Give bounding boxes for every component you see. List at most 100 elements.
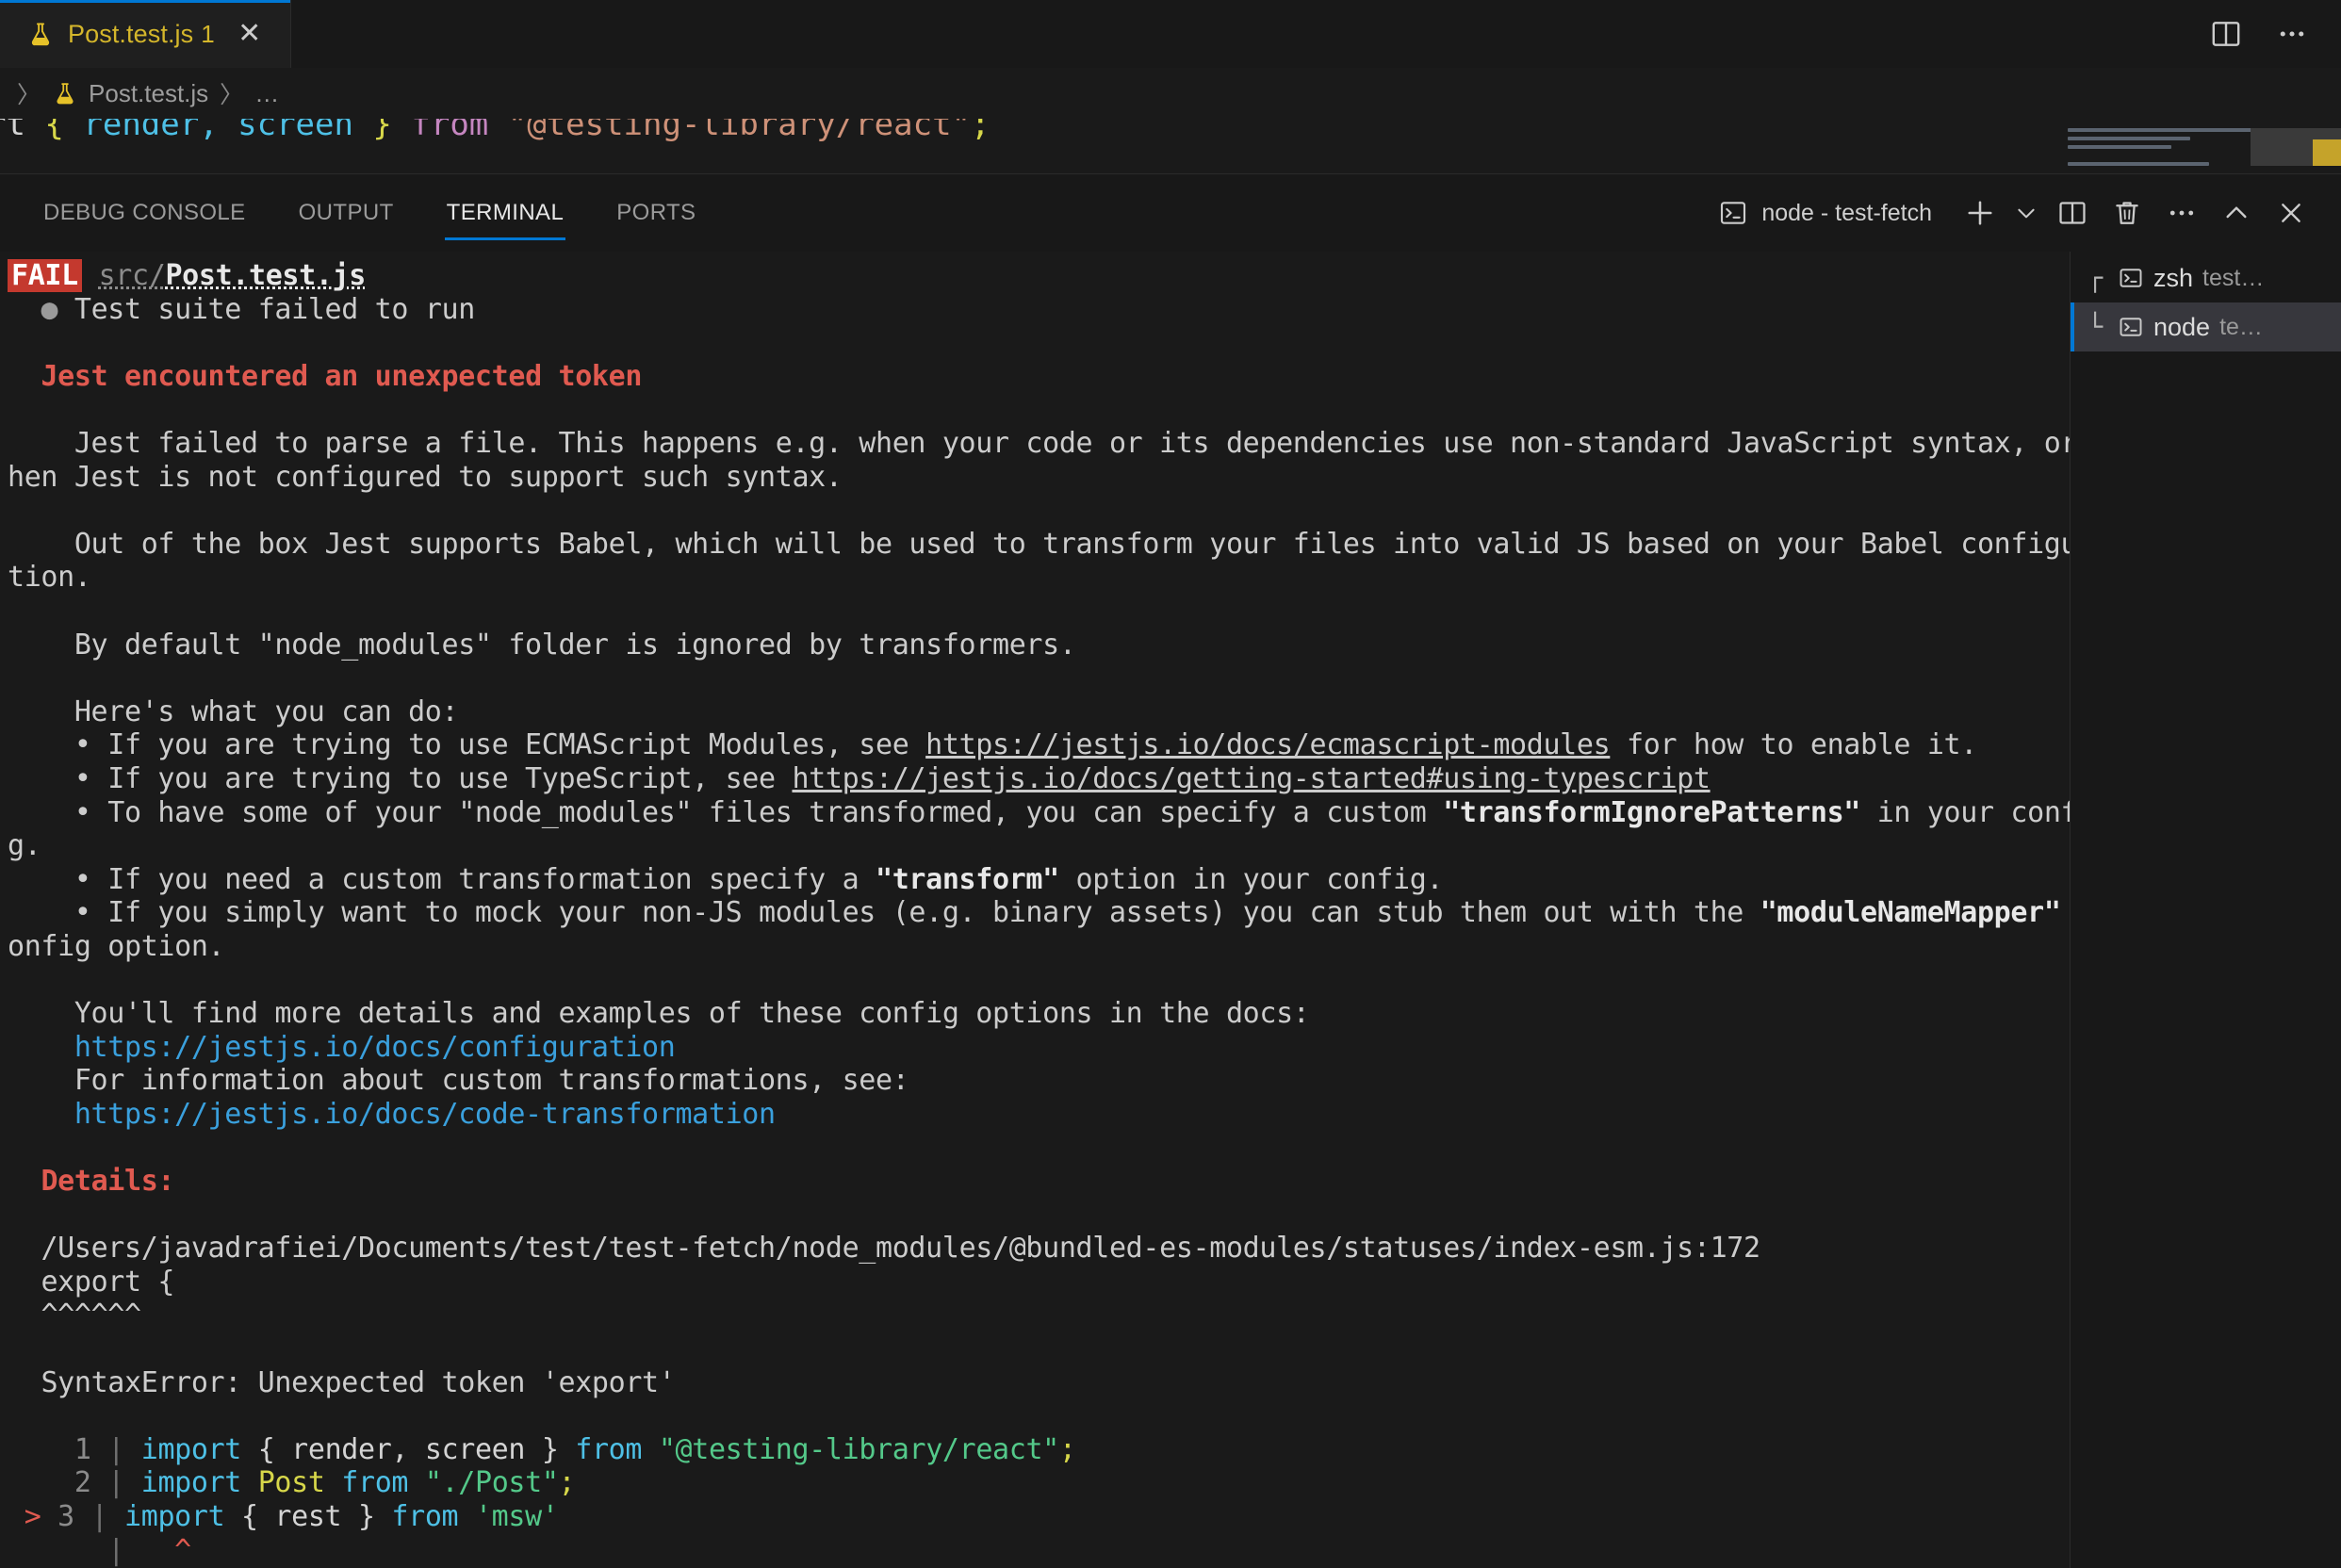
panel-tab-terminal[interactable]: TERMINAL <box>420 174 591 252</box>
breadcrumb-item-file[interactable]: Post.test.js <box>52 79 208 108</box>
editor-tab-badge: 1 <box>201 19 215 48</box>
trash-icon[interactable] <box>2100 186 2154 240</box>
error-title: Jest encountered an unexpected token <box>41 359 643 393</box>
breadcrumb-separator-2: 〉 <box>220 82 244 108</box>
terminal-icon <box>2120 269 2142 287</box>
output-line-syntax-error: SyntaxError: Unexpected token 'export' <box>8 1366 2070 1400</box>
terminal-tab-zsh-label: zsh <box>2153 263 2194 292</box>
bullet-5-wrap: onfig option. <box>8 929 225 963</box>
chevron-down-icon[interactable] <box>2007 186 2045 240</box>
details-caret-line: ^^^^^^ <box>41 1298 141 1332</box>
split-editor-icon[interactable] <box>2209 17 2243 51</box>
output-line-bullet4: • If you need a custom transformation sp… <box>8 863 2070 897</box>
output-line-details-caret: ^^^^^^ <box>8 1298 2070 1332</box>
panel-tab-ports[interactable]: PORTS <box>590 174 722 252</box>
paragraph-1b: hen Jest is not configured to support su… <box>8 460 843 494</box>
panel-tab-debug-console[interactable]: DEBUG CONSOLE <box>17 174 272 252</box>
terminal-tab-zsh-description: test… <box>2202 264 2265 291</box>
terminal-body: FAIL src/Post.test.js ● Test suite faile… <box>0 252 2341 1568</box>
configuration-docs-link[interactable]: https://jestjs.io/docs/configuration <box>8 1031 676 1064</box>
fail-path-file[interactable]: Post.test.js <box>165 259 366 292</box>
beaker-icon <box>31 23 50 46</box>
split-terminal-icon[interactable] <box>2045 186 2100 240</box>
output-line-details-export: export { <box>8 1266 2070 1299</box>
paragraph-3: By default "node_modules" folder is igno… <box>8 628 1076 662</box>
output-line-bullet3: • To have some of your "node_modules" fi… <box>8 796 2070 830</box>
ecmascript-modules-link[interactable]: https://jestjs.io/docs/ecmascript-module… <box>925 728 1611 761</box>
bullet-4-post: option in your config. <box>1058 862 1444 896</box>
output-line-error-title: Jest encountered an unexpected token <box>8 360 2070 394</box>
terminal-tab-node-label: node <box>2153 312 2211 341</box>
bullet-4-pre: • If you need a custom transformation sp… <box>8 862 876 896</box>
minimap-lines <box>2068 128 2266 173</box>
code-transformation-docs-link[interactable]: https://jestjs.io/docs/code-transformati… <box>8 1098 776 1131</box>
vscode-window: Post.test.js 1 ✕ 〉 Post.test.js 〉 … t {… <box>0 0 2341 1568</box>
more-actions-icon[interactable] <box>2275 17 2309 51</box>
bullet-3-wrap: g. <box>8 829 41 863</box>
panel-header-space <box>722 174 1718 252</box>
output-line-bullet5-wrap: onfig option. <box>8 930 2070 964</box>
output-line-p2b: tion. <box>8 561 2070 595</box>
output-line-docs-link2: https://jestjs.io/docs/code-transformati… <box>8 1098 2070 1132</box>
output-line-details-title: Details: <box>8 1165 2070 1199</box>
code-line: > 3 | import { rest } from 'msw' <box>8 1499 559 1533</box>
details-export-line: export { <box>41 1265 175 1298</box>
output-line-p4: Here's what you can do: <box>8 695 2070 729</box>
editor-toolbar <box>2209 0 2341 68</box>
panel-tab-list: DEBUG CONSOLE OUTPUT TERMINAL PORTS <box>0 174 722 252</box>
minimap-highlight <box>2313 139 2341 166</box>
transform-ignore-patterns-code: "transformIgnorePatterns" <box>1443 795 1860 829</box>
transform-code: "transform" <box>876 862 1059 896</box>
editor-code-line: rt { render, screen } from "@testing-lib… <box>0 119 990 143</box>
output-line-docs-link1: https://jestjs.io/docs/configuration <box>8 1031 2070 1065</box>
code-line: 2 | import Post from "./Post"; <box>57 1466 576 1500</box>
editor-tab-post-test-js[interactable]: Post.test.js 1 ✕ <box>0 0 291 68</box>
fail-badge: FAIL <box>8 259 82 292</box>
breadcrumb: 〉 Post.test.js 〉 … <box>0 68 2341 119</box>
editor-tab-bar: Post.test.js 1 ✕ <box>0 0 2341 69</box>
active-terminal-label: node - test-fetch <box>1761 199 1932 226</box>
terminal-icon <box>2120 318 2142 336</box>
output-line-bullet2: • If you are trying to use TypeScript, s… <box>8 762 2070 796</box>
bullet-3-pre: • To have some of your "node_modules" fi… <box>8 795 1444 829</box>
paragraph-1a: Jest failed to parse a file. This happen… <box>8 426 2070 460</box>
bullet-1-post: for how to enable it. <box>1610 728 1977 762</box>
tree-branch-icon: └ <box>2087 312 2104 342</box>
output-line-p3: By default "node_modules" folder is igno… <box>8 629 2070 662</box>
breadcrumb-separator: 〉 <box>17 82 41 108</box>
terminal-output[interactable]: FAIL src/Post.test.js ● Test suite faile… <box>0 252 2070 1568</box>
bullet-1-pre: • If you are trying to use ECMAScript Mo… <box>8 728 926 762</box>
details-file-path[interactable]: /Users/javadrafiei/Documents/test/test-f… <box>41 1232 1760 1265</box>
breadcrumb-overflow[interactable]: … <box>254 79 281 108</box>
typescript-link[interactable]: https://jestjs.io/docs/getting-started#u… <box>792 762 1710 795</box>
editor-minimap[interactable] <box>2055 119 2341 173</box>
bullet-dot: ● <box>41 292 58 326</box>
active-terminal-name[interactable]: node - test-fetch <box>1718 198 1932 228</box>
terminal-tab-node-description: te… <box>2219 313 2263 340</box>
terminal-tab-zsh[interactable]: ┌ zsh test… <box>2071 253 2341 302</box>
module-name-mapper-code: "moduleNameMapper" <box>1760 896 2061 930</box>
bullet-5-pre: • If you simply want to mock your non-JS… <box>8 896 1760 930</box>
beaker-icon <box>57 83 74 105</box>
output-line-p2a: Out of the box Jest supports Babel, whic… <box>8 528 2070 562</box>
terminal-tab-node[interactable]: └ node te… <box>2071 302 2341 351</box>
paragraph-2a: Out of the box Jest supports Babel, whic… <box>8 527 2070 561</box>
code-line: | ^ <box>107 1533 191 1567</box>
tab-bar-empty-space <box>291 0 2209 68</box>
paragraph-4: Here's what you can do: <box>8 694 459 728</box>
docs-intro-2: For information about custom transformat… <box>8 1064 909 1098</box>
output-line-docs-intro: You'll find more details and examples of… <box>8 997 2070 1031</box>
editor-code-area[interactable]: rt { render, screen } from "@testing-lib… <box>0 119 2341 173</box>
details-title: Details: <box>41 1165 175 1199</box>
panel-tab-output[interactable]: OUTPUT <box>272 174 420 252</box>
output-line-bullet3-wrap: g. <box>8 829 2070 863</box>
output-line-bullet1: • If you are trying to use ECMAScript Mo… <box>8 728 2070 762</box>
more-actions-icon[interactable] <box>2154 186 2209 240</box>
maximize-panel-icon[interactable] <box>2209 186 2264 240</box>
close-panel-icon[interactable] <box>2264 186 2318 240</box>
terminal-text: FAIL src/Post.test.js ● Test suite faile… <box>0 259 2070 1568</box>
breadcrumb-file-label: Post.test.js <box>89 78 209 107</box>
new-terminal-button[interactable] <box>1953 186 2007 240</box>
editor-tab-close-button[interactable]: ✕ <box>234 18 266 50</box>
tree-branch-icon: ┌ <box>2087 263 2104 293</box>
